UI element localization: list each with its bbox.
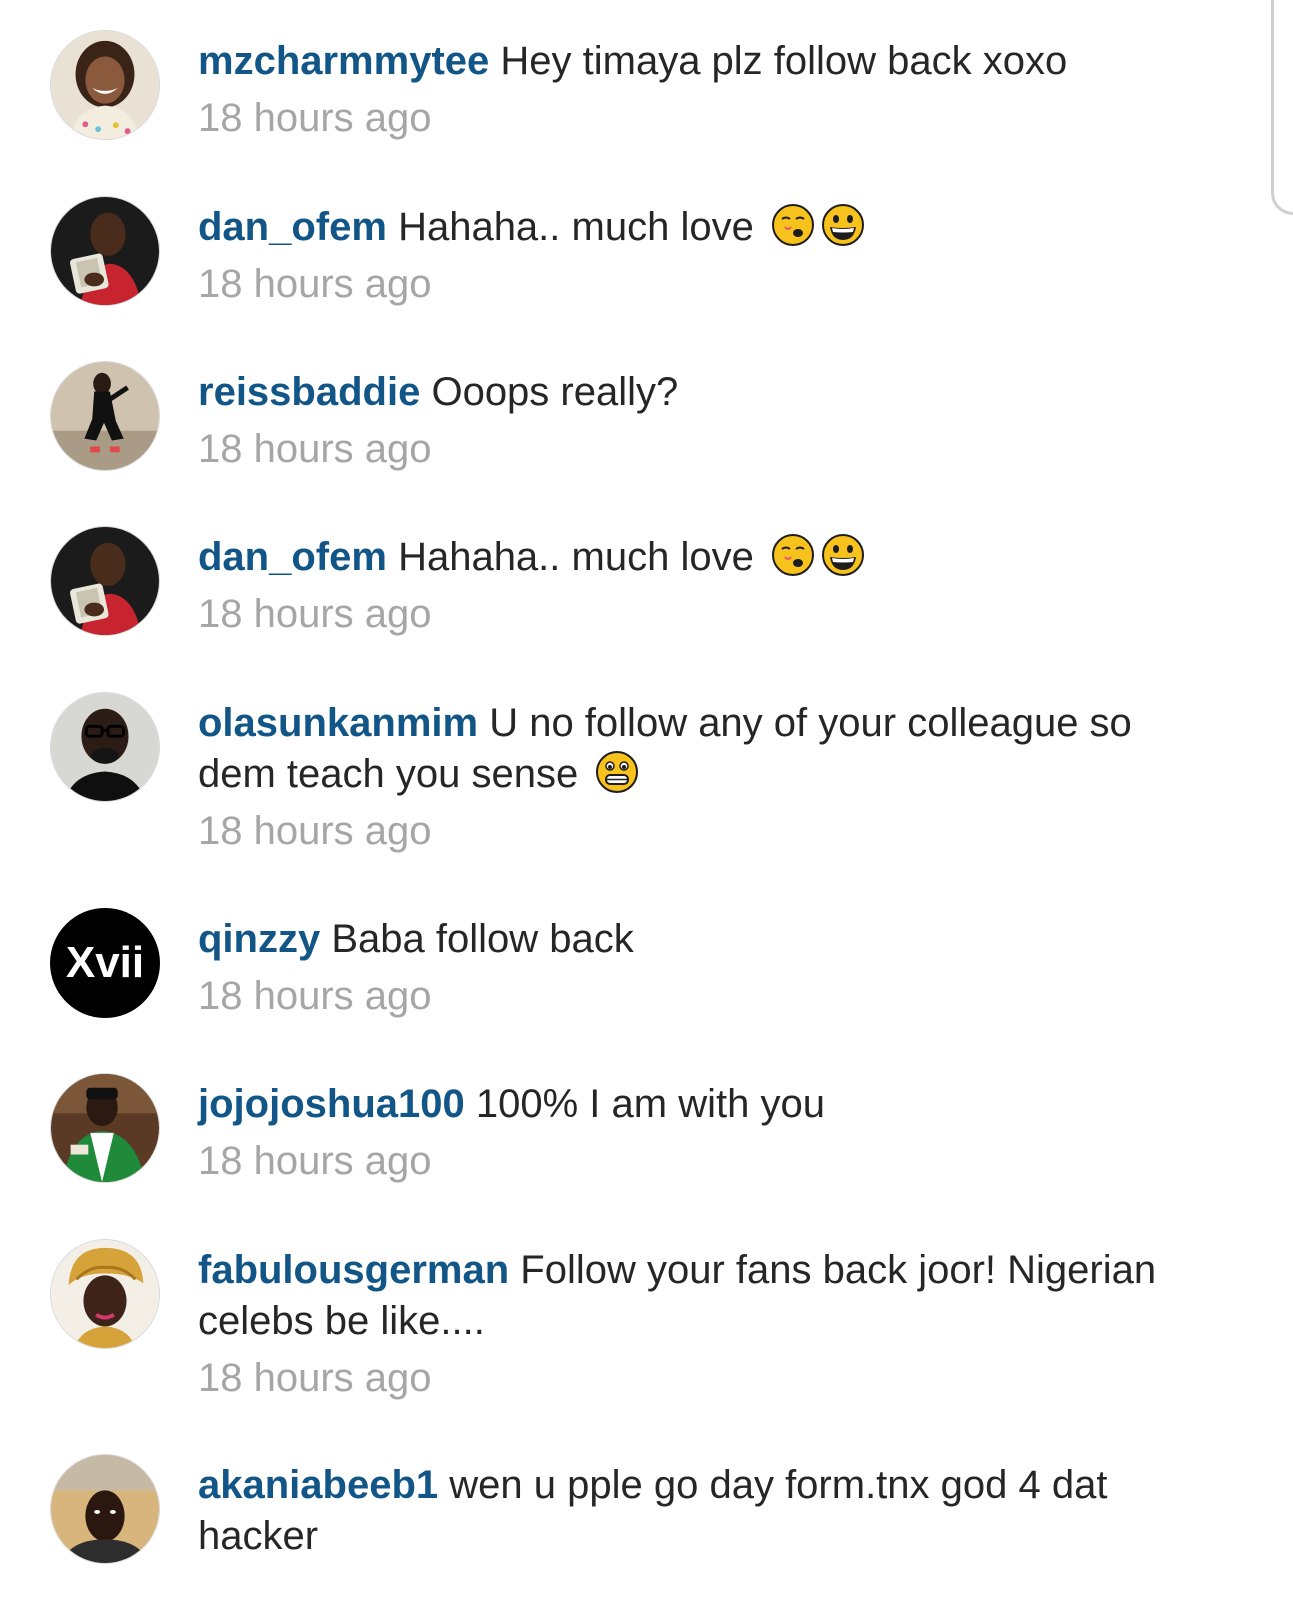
avatar[interactable] <box>50 196 160 306</box>
comment-text: Hahaha.. much love <box>398 535 754 579</box>
avatar[interactable] <box>50 361 160 471</box>
winking-kiss-emoji <box>771 203 815 247</box>
comment-username[interactable]: jojojoshua100 <box>198 1082 465 1126</box>
comment-text: Hahaha.. much love <box>398 205 754 249</box>
comment-timestamp: 18 hours ago <box>198 96 432 140</box>
comment-username[interactable]: akaniabeeb1 <box>198 1463 438 1507</box>
comment-text: 100% I am with you <box>475 1082 825 1126</box>
scroll-indicator[interactable] <box>1271 0 1293 215</box>
grimacing-emoji <box>595 750 639 794</box>
comment-text: Ooops really? <box>431 370 679 414</box>
winking-kiss-emoji <box>771 533 815 577</box>
comment-text: Baba follow back <box>331 917 634 961</box>
avatar[interactable] <box>50 526 160 636</box>
comment-timestamp: 18 hours ago <box>198 1139 432 1183</box>
comment-text: Hey timaya plz follow back xoxo <box>500 39 1068 83</box>
comment-username[interactable]: mzcharmmytee <box>198 39 489 83</box>
comment-timestamp: 18 hours ago <box>198 262 432 306</box>
comment-username[interactable]: reissbaddie <box>198 370 420 414</box>
comment-username[interactable]: olasunkanmim <box>198 701 478 745</box>
comment-timestamp: 18 hours ago <box>198 427 432 471</box>
avatar[interactable] <box>50 1454 160 1564</box>
comments-feed: mzcharmmytee Hey timaya plz follow back … <box>0 0 1293 1600</box>
avatar[interactable] <box>50 1239 160 1349</box>
avatar[interactable] <box>50 30 160 140</box>
comment-timestamp: 18 hours ago <box>198 809 432 853</box>
comment-timestamp: 18 hours ago <box>198 974 432 1018</box>
comment-username[interactable]: dan_ofem <box>198 535 387 579</box>
comment-username[interactable]: fabulousgerman <box>198 1248 509 1292</box>
comment-username[interactable]: dan_ofem <box>198 205 387 249</box>
avatar[interactable]: Xvii <box>50 908 160 1018</box>
avatar[interactable] <box>50 692 160 802</box>
comment-timestamp: 18 hours ago <box>198 592 432 636</box>
avatar[interactable] <box>50 1073 160 1183</box>
grinning-emoji <box>821 203 865 247</box>
comment-timestamp: 18 hours ago <box>198 1356 432 1400</box>
comment-username[interactable]: qinzzy <box>198 917 320 961</box>
grinning-emoji <box>821 533 865 577</box>
